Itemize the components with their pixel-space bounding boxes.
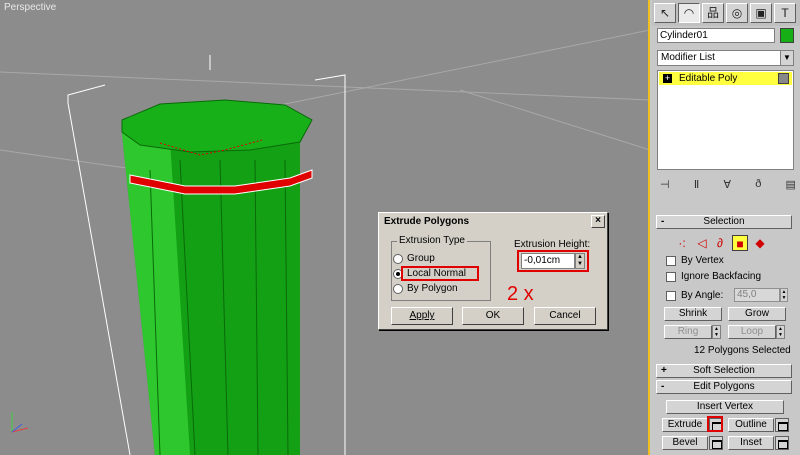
rollout-selection-title: Selection (703, 216, 745, 227)
make-unique-icon[interactable]: ∀ (723, 178, 731, 194)
loop-spinner[interactable]: ▲ ▼ (776, 325, 785, 339)
radio-by-polygon-button[interactable] (393, 283, 403, 294)
remove-modifier-icon[interactable]: ð (755, 178, 761, 194)
vertex-mode-icon[interactable]: ·: (674, 235, 690, 251)
radio-by-polygon-label: By Polygon (407, 283, 458, 294)
pointer-icon: ↖ (659, 6, 671, 20)
radio-group-label: Group (407, 253, 435, 264)
ignore-backfacing-label: Ignore Backfacing (681, 271, 762, 282)
insert-vertex-button[interactable]: Insert Vertex (666, 400, 784, 414)
rollout-selection-header[interactable]: - Selection (656, 215, 792, 229)
ignore-backfacing-checkbox[interactable]: Ignore Backfacing (666, 271, 761, 282)
selection-count: 12 Polygons Selected (694, 345, 791, 356)
highlight-extrusion-height (517, 250, 589, 272)
grow-button[interactable]: Grow (728, 307, 786, 321)
utilities-icon: T (781, 6, 789, 20)
edge-mode-icon[interactable]: ◁ (694, 235, 710, 251)
object-name-input[interactable]: Cylinder01 (657, 28, 775, 43)
dialog-title-bar[interactable]: Extrude Polygons × (381, 215, 605, 231)
collapse-icon: - (661, 216, 665, 227)
shrink-button[interactable]: Shrink (664, 307, 722, 321)
bevel-button[interactable]: Bevel (662, 436, 708, 450)
extrusion-type-label: Extrusion Type (397, 235, 467, 246)
polygon-mode-icon[interactable]: ■ (732, 235, 748, 251)
tab-motion[interactable]: ◎ (726, 3, 748, 23)
inset-settings-icon[interactable] (775, 436, 789, 450)
command-panel-tabs: ↖ ◠ 品 ◎ ▣ T (652, 0, 800, 26)
extrusion-height-label: Extrusion Height: (514, 239, 591, 250)
tab-utilities[interactable]: T (774, 3, 796, 23)
tab-hierarchy[interactable]: 品 (702, 3, 724, 23)
tab-display[interactable]: ▣ (750, 3, 772, 23)
radio-group-button[interactable] (393, 253, 403, 264)
ring-spinner[interactable]: ▲ ▼ (712, 325, 721, 339)
extrude-button[interactable]: Extrude (662, 418, 708, 432)
extrude-polygons-dialog: Extrude Polygons × Extrusion Type Group … (378, 212, 608, 330)
cancel-button[interactable]: Cancel (534, 307, 596, 325)
outline-button[interactable]: Outline (728, 418, 774, 432)
rollout-soft-selection-header[interactable]: + Soft Selection (656, 364, 792, 378)
highlight-local-normal (401, 266, 479, 281)
rollouts: - Selection ·: ◁ ∂ ■ ◆ By Vertex Ignore … (654, 213, 794, 455)
by-vertex-label: By Vertex (681, 255, 724, 266)
outline-settings-icon[interactable] (775, 418, 789, 432)
bevel-settings-icon[interactable] (709, 436, 723, 450)
loop-button[interactable]: Loop (728, 325, 776, 339)
by-angle-box[interactable] (666, 290, 676, 301)
viewport-label[interactable]: Perspective (4, 2, 56, 13)
by-angle-checkbox[interactable]: By Angle: (666, 290, 723, 301)
radio-group[interactable]: Group (393, 253, 435, 264)
expand-icon: + (661, 365, 667, 376)
element-mode-icon[interactable]: ◆ (752, 235, 768, 251)
cylinder-cap (121, 99, 313, 153)
highlight-extrude-settings (707, 416, 723, 432)
angle-input[interactable]: 45,0 (734, 288, 780, 302)
modify-icon: ◠ (683, 6, 695, 20)
stack-item-toggle[interactable] (778, 73, 789, 84)
display-icon: ▣ (755, 6, 767, 20)
border-mode-icon[interactable]: ∂ (712, 235, 728, 251)
apply-button[interactable]: Apply (391, 307, 453, 325)
chevron-down-icon[interactable]: ▼ (780, 51, 793, 65)
hierarchy-icon: 品 (706, 6, 719, 20)
tab-modify[interactable]: ◠ (678, 3, 700, 23)
modifier-stack: + Editable Poly (657, 70, 794, 170)
angle-spinner[interactable]: ▲ ▼ (780, 288, 788, 302)
inset-button[interactable]: Inset (728, 436, 774, 450)
pin-icon[interactable]: ⊣ (660, 178, 670, 194)
rollout-soft-selection-title: Soft Selection (693, 365, 755, 376)
configure-icon[interactable]: ▤ (786, 178, 796, 194)
by-vertex-checkbox[interactable]: By Vertex (666, 255, 724, 266)
modifier-list-label: Modifier List (661, 52, 715, 63)
collapse-icon: - (661, 381, 665, 392)
expand-icon[interactable]: + (663, 74, 672, 83)
modifier-list-dropdown[interactable]: Modifier List ▼ (657, 50, 794, 66)
rollout-edit-polygons-title: Edit Polygons (693, 381, 755, 392)
tab-create[interactable]: ↖ (654, 3, 676, 23)
stack-item-editable-poly[interactable]: + Editable Poly (659, 72, 792, 85)
by-angle-label: By Angle: (681, 290, 724, 301)
object-color-swatch[interactable] (780, 28, 794, 43)
ring-button[interactable]: Ring (664, 325, 712, 339)
radio-by-polygon[interactable]: By Polygon (393, 283, 458, 294)
motion-icon: ◎ (731, 6, 743, 20)
ignore-backfacing-box[interactable] (666, 271, 676, 282)
ok-button[interactable]: OK (462, 307, 524, 325)
annotation-text: 2 x (507, 283, 534, 305)
stack-item-label: Editable Poly (679, 73, 738, 84)
rollout-edit-polygons-header[interactable]: - Edit Polygons (656, 380, 792, 394)
close-icon[interactable]: × (591, 215, 605, 228)
stack-toolbar: ⊣ Ⅱ ∀ ð ▤ (660, 178, 796, 194)
show-end-icon[interactable]: Ⅱ (694, 178, 699, 194)
by-vertex-box[interactable] (666, 255, 676, 266)
dialog-title: Extrude Polygons (384, 216, 470, 227)
